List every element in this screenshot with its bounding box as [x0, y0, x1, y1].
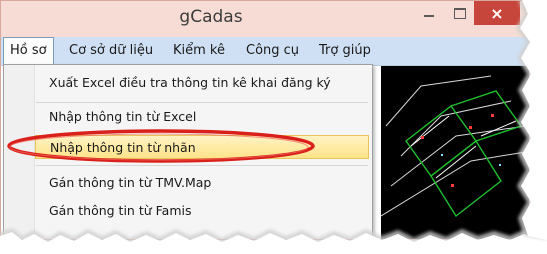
cad-drawing [380, 75, 529, 218]
close-icon: × [490, 3, 504, 23]
menu-co-so-du-lieu[interactable]: Cơ sở dữ liệu [69, 37, 153, 65]
title-bar: gCadas × [1, 1, 529, 37]
menu-separator [36, 165, 368, 166]
menu-separator [36, 102, 368, 103]
ho-so-dropdown: Xuất Excel điều tra thông tin kê khai đă… [3, 64, 373, 239]
drawing-canvas[interactable] [380, 66, 529, 239]
window-title: gCadas [179, 7, 243, 27]
maximize-button[interactable] [443, 1, 477, 25]
menu-tro-giup[interactable]: Trợ giúp [319, 37, 371, 65]
menu-item-xuat-excel[interactable]: Xuất Excel điều tra thông tin kê khai đă… [35, 71, 369, 95]
menu-kiem-ke[interactable]: Kiểm kê [173, 37, 225, 65]
app-window: gCadas × Hồ sơ Cơ sở dữ liệu Kiểm kê Côn… [0, 0, 530, 240]
menu-item-nhap-tu-excel[interactable]: Nhập thông tin từ Excel [35, 105, 369, 129]
menu-item-gan-tu-famis[interactable]: Gán thông tin từ Famis [35, 199, 369, 223]
menu-cong-cu[interactable]: Công cụ [246, 37, 299, 65]
menu-ho-so[interactable]: Hồ sơ [3, 37, 54, 65]
close-button[interactable]: × [474, 1, 520, 25]
menu-bar: Hồ sơ Cơ sở dữ liệu Kiểm kê Công cụ Trợ … [1, 37, 529, 66]
menu-icon-column [4, 65, 35, 239]
menu-item-gan-tu-tmv-map[interactable]: Gán thông tin từ TMV.Map [35, 171, 369, 195]
menu-item-nhap-tu-nhan[interactable]: Nhập thông tin từ nhãn [35, 135, 369, 159]
maximize-icon [454, 7, 466, 19]
minimize-icon [424, 15, 434, 17]
minimize-button[interactable] [412, 1, 446, 25]
